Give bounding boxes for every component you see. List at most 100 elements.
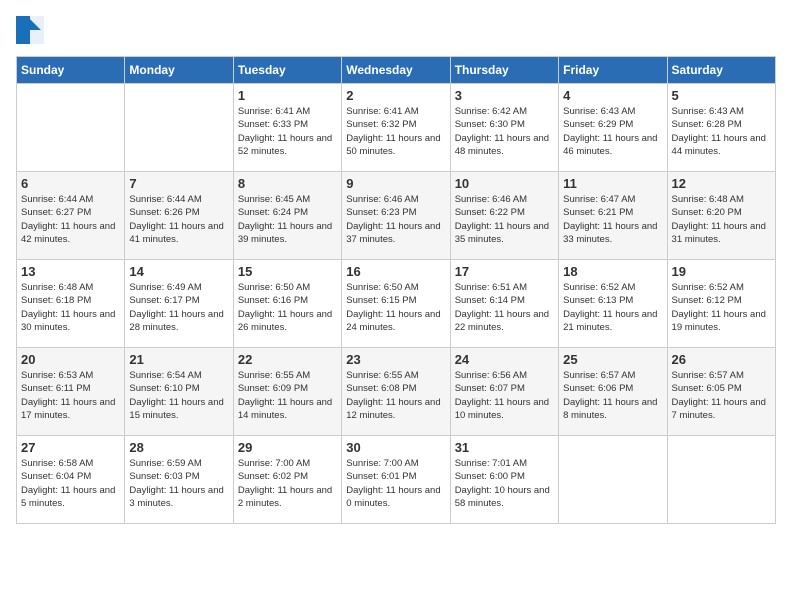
cell-content: Sunrise: 6:56 AM Sunset: 6:07 PM Dayligh… — [455, 369, 554, 422]
calendar-cell: 6Sunrise: 6:44 AM Sunset: 6:27 PM Daylig… — [17, 172, 125, 260]
day-number: 14 — [129, 264, 228, 279]
calendar-cell: 30 Sunrise: 7:00 AM Sunset: 6:01 PM Dayli… — [342, 436, 450, 524]
day-header-tuesday: Tuesday — [233, 57, 341, 84]
day-number: 23 — [346, 352, 445, 367]
day-header-sunday: Sunday — [17, 57, 125, 84]
calendar-cell: 17Sunrise: 6:51 AM Sunset: 6:14 PM Dayli… — [450, 260, 558, 348]
day-number: 19 — [672, 264, 771, 279]
cell-content: Sunrise: 6:43 AM Sunset: 6:28 PM Dayligh… — [672, 105, 771, 158]
cell-content: Sunrise: 6:49 AM Sunset: 6:17 PM Dayligh… — [129, 281, 228, 334]
calendar-week-row: 20Sunrise: 6:53 AM Sunset: 6:11 PM Dayli… — [17, 348, 776, 436]
day-number: 9 — [346, 176, 445, 191]
calendar-cell — [667, 436, 775, 524]
calendar-cell — [125, 84, 233, 172]
day-header-friday: Friday — [559, 57, 667, 84]
logo-icon: G — [16, 16, 44, 44]
day-number: 2 — [346, 88, 445, 103]
calendar-cell: 10Sunrise: 6:46 AM Sunset: 6:22 PM Dayli… — [450, 172, 558, 260]
day-number: 5 — [672, 88, 771, 103]
calendar-cell: 2 Sunrise: 6:41 AM Sunset: 6:32 PM Daylig… — [342, 84, 450, 172]
day-number: 3 — [455, 88, 554, 103]
day-header-thursday: Thursday — [450, 57, 558, 84]
day-number: 7 — [129, 176, 228, 191]
calendar-cell: 13 Sunrise: 6:48 AM Sunset: 6:18 PM Dayli… — [17, 260, 125, 348]
calendar-cell: 18 Sunrise: 6:52 AM Sunset: 6:13 PM Dayli… — [559, 260, 667, 348]
calendar-week-row: 27 Sunrise: 6:58 AM Sunset: 6:04 PM Dayli… — [17, 436, 776, 524]
calendar-cell: 27 Sunrise: 6:58 AM Sunset: 6:04 PM Dayli… — [17, 436, 125, 524]
calendar-cell: 4 Sunrise: 6:43 AM Sunset: 6:29 PM Daylig… — [559, 84, 667, 172]
calendar-header-row: SundayMondayTuesdayWednesdayThursdayFrid… — [17, 57, 776, 84]
cell-content: Sunrise: 6:52 AM Sunset: 6:12 PM Dayligh… — [672, 281, 771, 334]
cell-content: Sunrise: 6:42 AM Sunset: 6:30 PM Dayligh… — [455, 105, 554, 158]
cell-content: Sunrise: 6:43 AM Sunset: 6:29 PM Dayligh… — [563, 105, 662, 158]
day-number: 15 — [238, 264, 337, 279]
day-number: 18 — [563, 264, 662, 279]
cell-content: Sunrise: 6:41 AM Sunset: 6:32 PM Dayligh… — [346, 105, 445, 158]
cell-content: Sunrise: 6:44 AM Sunset: 6:26 PM Dayligh… — [129, 193, 228, 246]
calendar-week-row: 13 Sunrise: 6:48 AM Sunset: 6:18 PM Dayli… — [17, 260, 776, 348]
cell-content: Sunrise: 6:41 AM Sunset: 6:33 PM Dayligh… — [238, 105, 337, 158]
calendar-cell: 16 Sunrise: 6:50 AM Sunset: 6:15 PM Dayli… — [342, 260, 450, 348]
cell-content: Sunrise: 6:57 AM Sunset: 6:05 PM Dayligh… — [672, 369, 771, 422]
cell-content: Sunrise: 6:54 AM Sunset: 6:10 PM Dayligh… — [129, 369, 228, 422]
calendar-cell: 22 Sunrise: 6:55 AM Sunset: 6:09 PM Dayli… — [233, 348, 341, 436]
calendar-cell: 3 Sunrise: 6:42 AM Sunset: 6:30 PM Daylig… — [450, 84, 558, 172]
calendar-week-row: 1 Sunrise: 6:41 AM Sunset: 6:33 PM Daylig… — [17, 84, 776, 172]
day-number: 11 — [563, 176, 662, 191]
day-header-saturday: Saturday — [667, 57, 775, 84]
day-number: 26 — [672, 352, 771, 367]
calendar-cell: 26 Sunrise: 6:57 AM Sunset: 6:05 PM Dayli… — [667, 348, 775, 436]
calendar-cell: 29 Sunrise: 7:00 AM Sunset: 6:02 PM Dayli… — [233, 436, 341, 524]
cell-content: Sunrise: 6:44 AM Sunset: 6:27 PM Dayligh… — [21, 193, 120, 246]
calendar-cell: 11Sunrise: 6:47 AM Sunset: 6:21 PM Dayli… — [559, 172, 667, 260]
calendar-cell: 31 Sunrise: 7:01 AM Sunset: 6:00 PM Dayli… — [450, 436, 558, 524]
cell-content: Sunrise: 6:46 AM Sunset: 6:23 PM Dayligh… — [346, 193, 445, 246]
cell-content: Sunrise: 6:53 AM Sunset: 6:11 PM Dayligh… — [21, 369, 120, 422]
calendar-cell: 25 Sunrise: 6:57 AM Sunset: 6:06 PM Dayli… — [559, 348, 667, 436]
day-number: 27 — [21, 440, 120, 455]
svg-text:G: G — [18, 26, 24, 35]
day-number: 8 — [238, 176, 337, 191]
day-header-monday: Monday — [125, 57, 233, 84]
calendar-cell: 1 Sunrise: 6:41 AM Sunset: 6:33 PM Daylig… — [233, 84, 341, 172]
logo: G — [16, 16, 48, 44]
cell-content: Sunrise: 6:55 AM Sunset: 6:09 PM Dayligh… — [238, 369, 337, 422]
cell-content: Sunrise: 6:57 AM Sunset: 6:06 PM Dayligh… — [563, 369, 662, 422]
cell-content: Sunrise: 6:48 AM Sunset: 6:18 PM Dayligh… — [21, 281, 120, 334]
cell-content: Sunrise: 6:50 AM Sunset: 6:16 PM Dayligh… — [238, 281, 337, 334]
cell-content: Sunrise: 7:00 AM Sunset: 6:02 PM Dayligh… — [238, 457, 337, 510]
calendar-cell: 28 Sunrise: 6:59 AM Sunset: 6:03 PM Dayli… — [125, 436, 233, 524]
calendar-cell: 9 Sunrise: 6:46 AM Sunset: 6:23 PM Daylig… — [342, 172, 450, 260]
calendar-table: SundayMondayTuesdayWednesdayThursdayFrid… — [16, 56, 776, 524]
day-number: 30 — [346, 440, 445, 455]
day-number: 16 — [346, 264, 445, 279]
day-number: 4 — [563, 88, 662, 103]
cell-content: Sunrise: 6:58 AM Sunset: 6:04 PM Dayligh… — [21, 457, 120, 510]
cell-content: Sunrise: 6:50 AM Sunset: 6:15 PM Dayligh… — [346, 281, 445, 334]
day-number: 22 — [238, 352, 337, 367]
cell-content: Sunrise: 6:48 AM Sunset: 6:20 PM Dayligh… — [672, 193, 771, 246]
cell-content: Sunrise: 6:46 AM Sunset: 6:22 PM Dayligh… — [455, 193, 554, 246]
cell-content: Sunrise: 6:51 AM Sunset: 6:14 PM Dayligh… — [455, 281, 554, 334]
day-number: 13 — [21, 264, 120, 279]
day-number: 31 — [455, 440, 554, 455]
calendar-cell — [559, 436, 667, 524]
day-number: 12 — [672, 176, 771, 191]
day-number: 28 — [129, 440, 228, 455]
cell-content: Sunrise: 6:59 AM Sunset: 6:03 PM Dayligh… — [129, 457, 228, 510]
calendar-cell — [17, 84, 125, 172]
day-number: 25 — [563, 352, 662, 367]
day-number: 1 — [238, 88, 337, 103]
day-number: 29 — [238, 440, 337, 455]
cell-content: Sunrise: 7:01 AM Sunset: 6:00 PM Dayligh… — [455, 457, 554, 510]
calendar-cell: 12 Sunrise: 6:48 AM Sunset: 6:20 PM Dayli… — [667, 172, 775, 260]
calendar-body: 1 Sunrise: 6:41 AM Sunset: 6:33 PM Daylig… — [17, 84, 776, 524]
cell-content: Sunrise: 6:52 AM Sunset: 6:13 PM Dayligh… — [563, 281, 662, 334]
cell-content: Sunrise: 6:55 AM Sunset: 6:08 PM Dayligh… — [346, 369, 445, 422]
calendar-cell: 8Sunrise: 6:45 AM Sunset: 6:24 PM Daylig… — [233, 172, 341, 260]
calendar-cell: 19 Sunrise: 6:52 AM Sunset: 6:12 PM Dayli… — [667, 260, 775, 348]
calendar-cell: 24Sunrise: 6:56 AM Sunset: 6:07 PM Dayli… — [450, 348, 558, 436]
calendar-cell: 5 Sunrise: 6:43 AM Sunset: 6:28 PM Daylig… — [667, 84, 775, 172]
calendar-week-row: 6Sunrise: 6:44 AM Sunset: 6:27 PM Daylig… — [17, 172, 776, 260]
cell-content: Sunrise: 7:00 AM Sunset: 6:01 PM Dayligh… — [346, 457, 445, 510]
